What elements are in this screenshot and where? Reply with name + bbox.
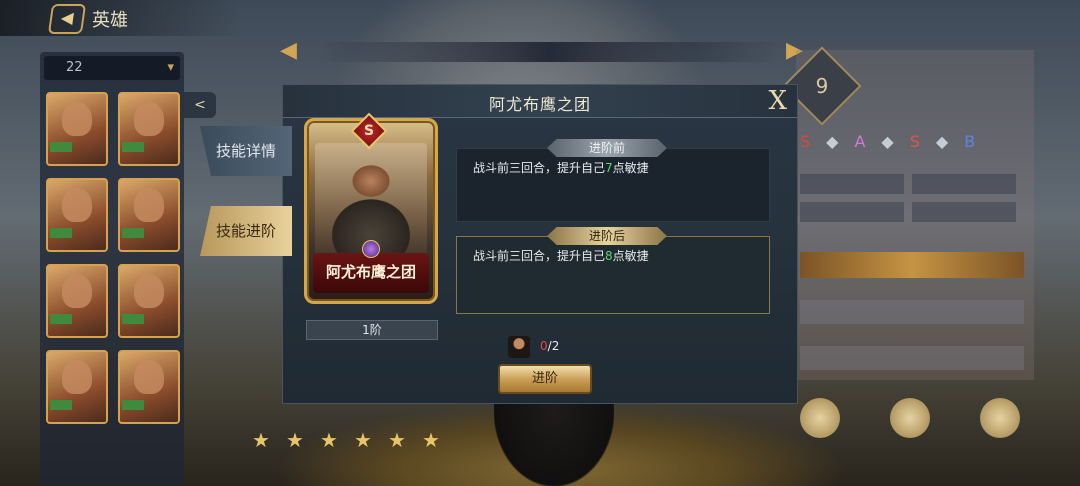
skill-card-name: 阿尤布鹰之团 — [325, 263, 416, 281]
building-icon[interactable] — [980, 398, 1020, 438]
chevron-down-icon: ▾ — [167, 60, 174, 75]
info-row — [800, 300, 1024, 324]
page-title: 英雄 — [92, 10, 128, 31]
star-icon: ★ — [354, 428, 372, 452]
tab-skill-advance[interactable]: 技能进阶 — [200, 206, 292, 256]
dialog-header: 阿尤布鹰之团 X — [283, 85, 797, 118]
close-icon[interactable]: X — [768, 86, 787, 116]
star-icon: ★ — [388, 428, 406, 452]
share-icon[interactable]: < — [184, 92, 216, 118]
stat-box — [912, 174, 1016, 194]
stat-box — [912, 202, 1016, 222]
back-arrow-icon[interactable]: ◀ — [47, 4, 87, 34]
skill-card-nameplate: 阿尤布鹰之团 — [313, 253, 429, 293]
after-advance-section: 进阶后 战斗前三回合，提升自己8点敏捷 — [456, 227, 770, 314]
advance-cost: 0/2 — [508, 336, 588, 358]
building-icon[interactable] — [890, 398, 930, 438]
notice-left-arrow-icon[interactable]: ◀ — [280, 38, 297, 63]
hero-card[interactable] — [46, 178, 108, 252]
stat-box — [800, 174, 904, 194]
hero-card[interactable] — [118, 350, 180, 424]
hero-card[interactable] — [46, 92, 108, 166]
hero-skill-bar[interactable] — [800, 252, 1024, 278]
hero-card[interactable] — [118, 178, 180, 252]
star-icon: ★ — [320, 428, 338, 452]
skill-rank-label: 1阶 — [306, 320, 438, 340]
grade-row: S◆A◆S◆B — [800, 132, 992, 151]
hero-card[interactable] — [46, 350, 108, 424]
top-bar: ◀ 英雄 — [0, 0, 240, 36]
hero-card[interactable] — [118, 92, 180, 166]
after-advance-tag: 进阶后 — [547, 227, 667, 245]
building-icon[interactable] — [800, 398, 840, 438]
advance-button[interactable]: 进阶 — [498, 364, 592, 394]
stat-box — [800, 202, 904, 222]
info-row — [800, 346, 1024, 370]
gem-icon — [362, 240, 380, 258]
cost-count: 0/2 — [540, 339, 560, 353]
hero-filter-bar[interactable]: 22 ▾ — [44, 56, 180, 80]
hero-card[interactable] — [46, 264, 108, 338]
filter-count: 22 — [66, 60, 83, 75]
hero-avatar-icon — [508, 336, 530, 358]
star-icon: ★ — [252, 428, 270, 452]
before-advance-text: 战斗前三回合，提升自己7点敏捷 — [473, 161, 649, 175]
dialog-title: 阿尤布鹰之团 — [488, 95, 591, 114]
notice-banner — [320, 42, 780, 62]
star-icon: ★ — [286, 428, 304, 452]
before-advance-tag: 进阶前 — [547, 139, 667, 157]
tab-skill-details[interactable]: 技能详情 — [200, 126, 292, 176]
after-advance-text: 战斗前三回合，提升自己8点敏捷 — [473, 249, 649, 263]
before-advance-section: 进阶前 战斗前三回合，提升自己7点敏捷 — [456, 139, 770, 222]
star-icon: ★ — [422, 428, 440, 452]
hero-card[interactable] — [118, 264, 180, 338]
